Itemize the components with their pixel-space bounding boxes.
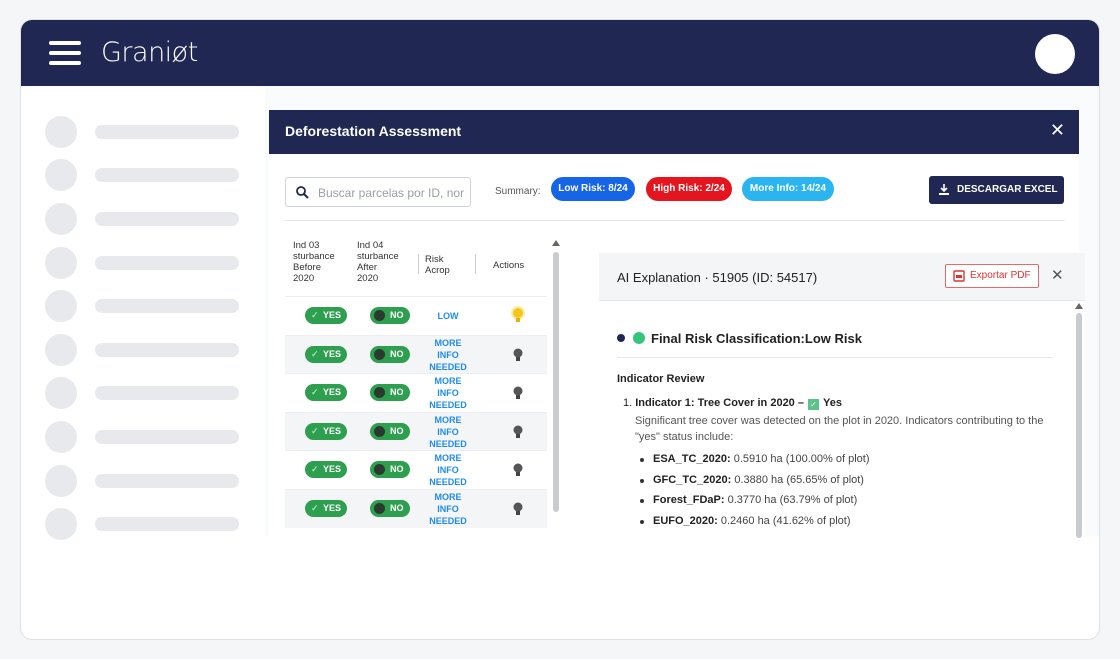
indicator-1-description: Significant tree cover was detected on t…	[635, 415, 1044, 443]
table-row[interactable]: YES NO MORE INFO NEEDED	[285, 489, 547, 528]
indicator-1: 1. Indicator 1: Tree Cover in 2020 – ✓ Yes	[623, 397, 842, 410]
ind04-toggle[interactable]: NO	[370, 345, 410, 363]
risk-value: MORE INFO NEEDED	[429, 337, 467, 372]
lightbulb-icon[interactable]	[511, 385, 525, 405]
risk-value: MORE INFO NEEDED	[429, 492, 467, 526]
lightbulb-icon[interactable]	[511, 462, 525, 482]
divider	[617, 357, 1053, 358]
risk-value: MORE INFO NEEDED	[429, 376, 467, 411]
column-header-ind04[interactable]: Ind 04 sturbance After 2020	[357, 240, 407, 284]
lightbulb-icon[interactable]	[511, 424, 525, 444]
high-risk-filter[interactable]: High Risk: 2/24	[646, 177, 732, 201]
modal-header: Deforestation Assessment ✕	[269, 110, 1079, 154]
list-item: GFC_TC_2020: 0.3880 ha (65.65% of plot)	[637, 474, 869, 495]
search-field[interactable]	[285, 177, 471, 207]
ind03-toggle[interactable]: YES	[305, 345, 347, 363]
sidebar-item	[45, 328, 245, 372]
sidebar-item	[45, 241, 245, 285]
more-info-filter[interactable]: More Info: 14/24	[742, 177, 834, 201]
ai-panel-header: AI Explanation · 51905 (ID: 54517) Expor…	[599, 253, 1085, 301]
ind03-toggle[interactable]: YES	[305, 500, 347, 517]
list-item: Forest_FDaP: 0.3770 ha (63.79% of plot)	[637, 494, 869, 515]
ai-panel-body: Final Risk Classification:Low Risk Indic…	[599, 301, 1085, 538]
sidebar-item	[45, 110, 245, 154]
indicator-bullets: ESA_TC_2020: 0.5910 ha (100.00% of plot)…	[637, 453, 869, 535]
download-excel-button[interactable]: DESCARGAR EXCEL	[929, 176, 1064, 204]
download-icon	[939, 184, 949, 195]
deforestation-modal: Deforestation Assessment ✕ Summary: Low …	[269, 110, 1085, 540]
column-header-actions: Actions	[493, 260, 525, 271]
risk-value: LOW	[437, 311, 459, 321]
app-frame: Graniøt Deforestation Assessment ✕ Summa…	[20, 19, 1100, 640]
plots-table: Ind 03 sturbance Before 2020 Ind 04 stur…	[285, 240, 563, 538]
sidebar-item	[45, 154, 245, 198]
ind04-toggle[interactable]: NO	[370, 384, 410, 402]
final-risk-classification: Final Risk Classification:Low Risk	[617, 331, 862, 346]
summary-label: Summary:	[495, 186, 541, 197]
sidebar-item	[45, 284, 245, 328]
search-icon	[296, 186, 309, 199]
top-bar: Graniøt	[21, 20, 1099, 86]
column-header-risk[interactable]: Risk Acrop	[425, 254, 465, 276]
table-scrollbar[interactable]	[552, 240, 560, 538]
list-item: ESA_TC_2020: 0.5910 ha (100.00% of plot)	[637, 453, 869, 474]
close-icon[interactable]: ✕	[1050, 120, 1065, 141]
list-item: EUFO_2020: 0.2460 ha (41.62% of plot)	[637, 515, 869, 536]
avatar[interactable]	[1035, 34, 1075, 74]
table-row[interactable]: YES NO MORE INFO NEEDED	[285, 411, 547, 451]
download-excel-label: DESCARGAR EXCEL	[957, 184, 1058, 195]
ind04-toggle[interactable]: NO	[370, 307, 410, 324]
checkbox-icon: ✓	[807, 399, 819, 410]
indicator-review-heading: Indicator Review	[617, 373, 705, 385]
ind04-toggle[interactable]: NO	[370, 461, 410, 479]
sidebar-skeleton	[45, 110, 245, 546]
table-row[interactable]: YES NO MORE INFO NEEDED	[285, 334, 547, 374]
export-pdf-button[interactable]: Exportar PDF	[945, 264, 1039, 288]
sidebar-item	[45, 459, 245, 503]
app-logo: Graniøt	[101, 37, 198, 68]
ind03-toggle[interactable]: YES	[305, 422, 347, 440]
ind03-toggle[interactable]: YES	[305, 461, 347, 479]
ind03-toggle[interactable]: YES	[305, 307, 347, 324]
table-row[interactable]: YES NO MORE INFO NEEDED	[285, 450, 547, 489]
table-row[interactable]: YES NO LOW	[285, 296, 547, 335]
pdf-icon	[953, 270, 965, 282]
lightbulb-icon[interactable]	[511, 347, 525, 367]
ai-panel-scrollbar[interactable]	[1075, 303, 1083, 538]
bullet-icon	[617, 334, 625, 342]
ind03-toggle[interactable]: YES	[305, 384, 347, 402]
status-dot-icon	[633, 332, 645, 344]
sidebar-item	[45, 197, 245, 241]
ind04-toggle[interactable]: NO	[370, 500, 410, 517]
divider	[285, 220, 1065, 221]
modal-title: Deforestation Assessment	[285, 123, 462, 139]
ai-panel-title: AI Explanation · 51905 (ID: 54517)	[617, 270, 818, 285]
ind04-toggle[interactable]: NO	[370, 422, 410, 440]
risk-value: MORE INFO NEEDED	[429, 414, 467, 449]
ai-explanation-panel: AI Explanation · 51905 (ID: 54517) Expor…	[599, 253, 1085, 538]
sidebar-item	[45, 415, 245, 459]
close-icon[interactable]: ✕	[1051, 266, 1064, 284]
lightbulb-icon[interactable]	[511, 306, 525, 326]
table-row[interactable]: YES NO MORE INFO NEEDED	[285, 373, 547, 412]
sidebar-item	[45, 372, 245, 416]
low-risk-filter[interactable]: Low Risk: 8/24	[551, 177, 635, 201]
risk-value: MORE INFO NEEDED	[429, 453, 467, 488]
menu-icon[interactable]	[49, 41, 81, 65]
column-header-ind03[interactable]: Ind 03 sturbance Before 2020	[293, 240, 343, 284]
search-input[interactable]	[318, 184, 466, 202]
export-pdf-label: Exportar PDF	[970, 270, 1031, 281]
lightbulb-icon[interactable]	[511, 501, 525, 521]
sidebar-item	[45, 502, 245, 546]
